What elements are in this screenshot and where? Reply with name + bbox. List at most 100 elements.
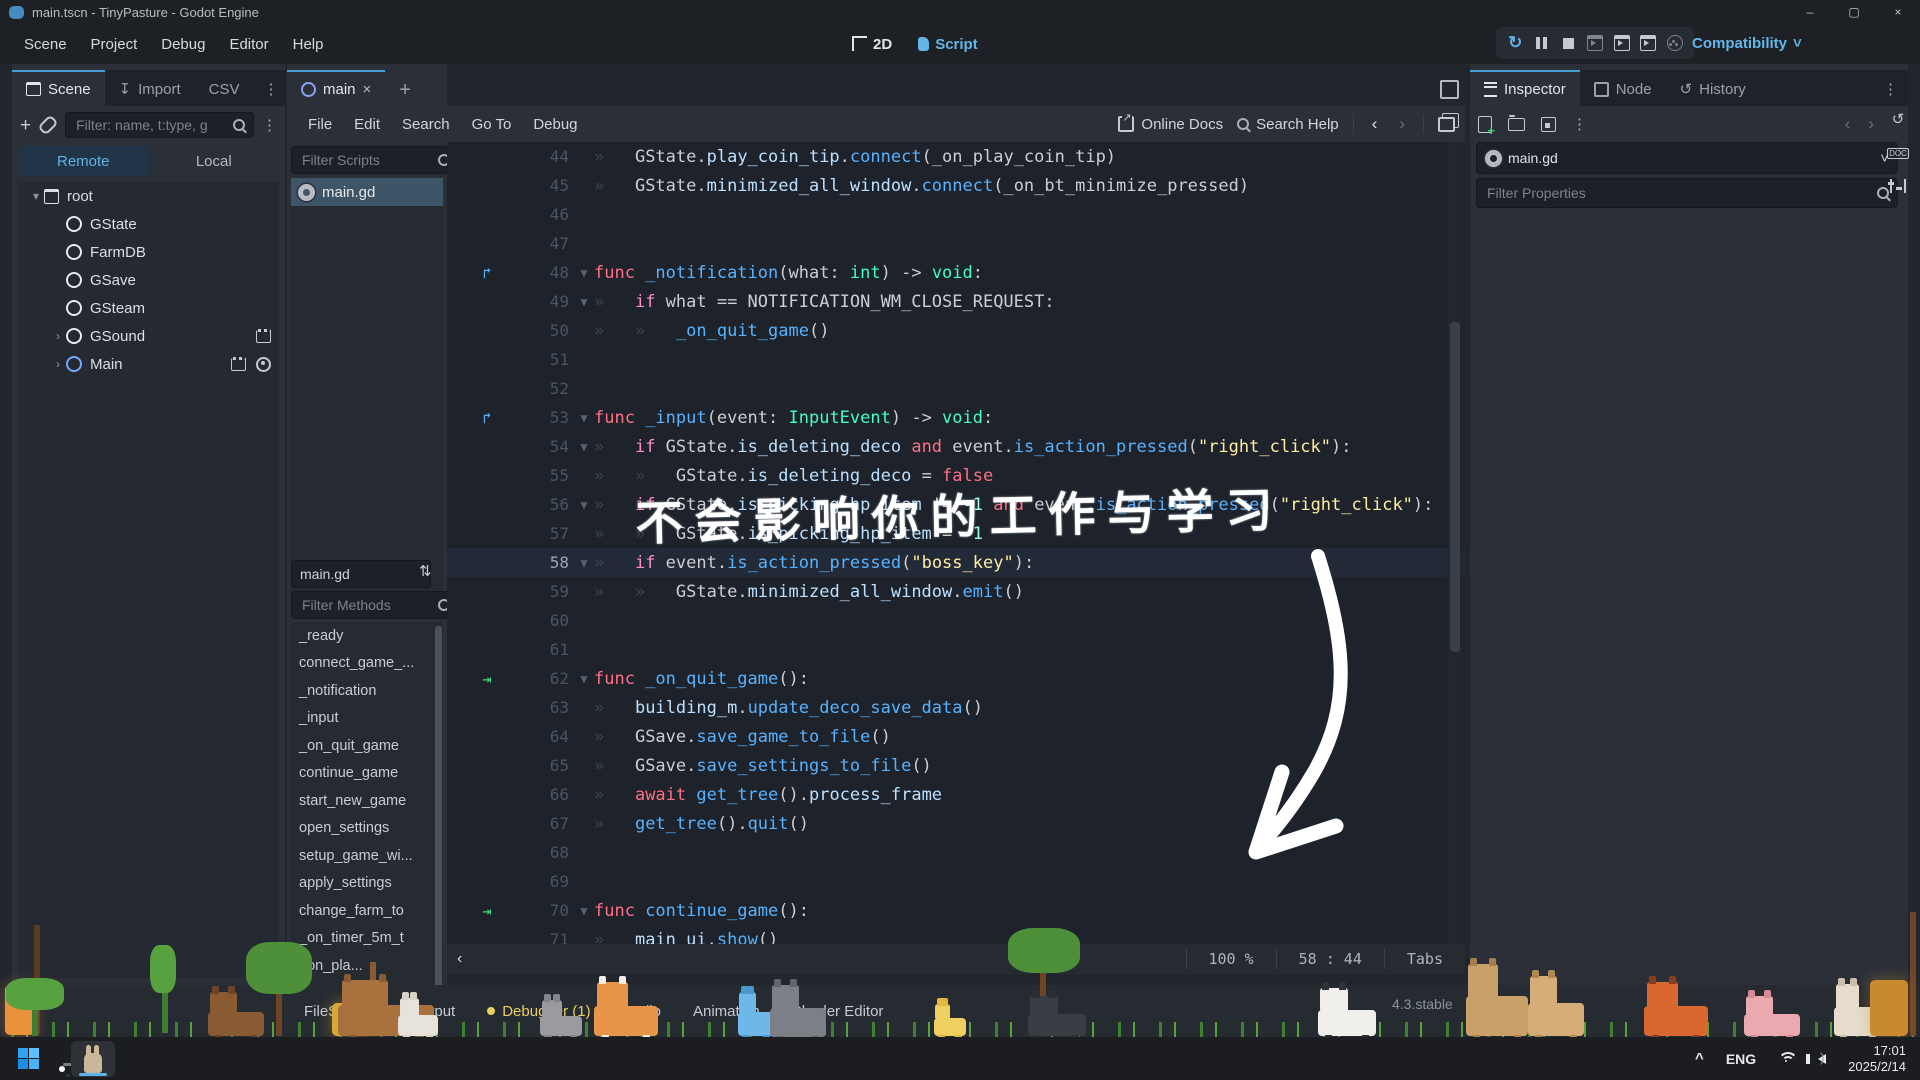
more-options-icon[interactable]: ⋮ (262, 116, 277, 134)
code-line-64[interactable]: 64» GSave.save_game_to_file() (447, 722, 1465, 751)
play-custom-scene-icon[interactable] (1638, 33, 1658, 53)
code-line-46[interactable]: 46 (447, 200, 1465, 229)
menu-scene[interactable]: Scene (12, 32, 79, 57)
menu-debug[interactable]: Debug (149, 32, 217, 57)
make-floating-icon[interactable] (1438, 116, 1455, 132)
editor-menu-file[interactable]: File (297, 113, 343, 136)
menu-project[interactable]: Project (79, 32, 150, 57)
tree-node-main[interactable]: › Main (18, 350, 279, 378)
local-tab[interactable]: Local (149, 146, 280, 176)
window-titlebar[interactable]: main.tscn - TinyPasture - Godot Engine –… (0, 0, 1920, 24)
code-line-66[interactable]: 66» await get_tree().process_frame (447, 780, 1465, 809)
code-line-59[interactable]: 59» » GState.minimized_all_window.emit() (447, 577, 1465, 606)
method-item[interactable]: connect_game_... (291, 650, 443, 678)
method-item[interactable]: _ready (291, 622, 443, 650)
editor-menu-go-to[interactable]: Go To (461, 113, 523, 136)
indent-mode[interactable]: Tabs (1385, 950, 1465, 968)
pause-icon[interactable] (1532, 33, 1552, 53)
method-item[interactable]: start_new_game (291, 787, 443, 815)
tree-node-gstate[interactable]: GState (18, 210, 279, 238)
close-button[interactable]: × (1876, 0, 1920, 24)
bottom-tab-output[interactable]: Output (398, 997, 467, 1026)
workspace-script-button[interactable]: Script (918, 36, 978, 53)
load-resource-icon[interactable] (1508, 114, 1525, 131)
code-line-45[interactable]: 45» GState.minimized_all_window.connect(… (447, 171, 1465, 200)
method-item[interactable]: continue_game (291, 760, 443, 788)
code-line-68[interactable]: 68 (447, 838, 1465, 867)
bottom-tab-shader-editor[interactable]: Shader Editor (780, 997, 896, 1026)
tab-main-scene[interactable]: main × (287, 70, 386, 106)
workspace-2d-button[interactable]: 2D (852, 35, 892, 53)
maximize-button[interactable]: ▢ (1832, 0, 1876, 24)
method-item[interactable]: open_settings (291, 815, 443, 843)
volume-icon[interactable] (1806, 1050, 1827, 1065)
filter-methods-input[interactable] (300, 596, 432, 614)
object-history-icon[interactable]: ↺ (1892, 110, 1905, 128)
method-item[interactable]: change_farm_to (291, 897, 443, 925)
method-item[interactable]: setup_game_wi... (291, 842, 443, 870)
method-item[interactable]: apply_settings (291, 870, 443, 898)
scroll-left-icon[interactable]: ‹ (447, 950, 472, 968)
expand-arrow-icon[interactable]: › (50, 357, 66, 371)
inspector-tab-inspector[interactable]: Inspector (1470, 70, 1580, 106)
zoom-level[interactable]: 100 % (1187, 950, 1276, 968)
search-help-button[interactable]: Search Help (1237, 116, 1339, 133)
resource-extra-icon[interactable]: ⋮ (1572, 115, 1587, 133)
code-line-61[interactable]: 61 (447, 635, 1465, 664)
dock-tab-import[interactable]: ↧ Import (105, 72, 195, 106)
history-forward-button[interactable]: › (1395, 114, 1409, 134)
sort-methods-icon[interactable]: ⇅ (419, 562, 432, 580)
code-line-48[interactable]: ↱ 48 ▼ func _notification(what: int) -> voi… (447, 258, 1465, 287)
bottom-tab-filesystem[interactable]: FileSystem (292, 997, 390, 1026)
menu-editor[interactable]: Editor (217, 32, 280, 57)
distraction-free-icon[interactable] (1440, 80, 1459, 99)
code-line-69[interactable]: 69 (447, 867, 1465, 896)
method-item[interactable]: _on_pla... (291, 952, 443, 980)
inspector-tabs-more-icon[interactable]: ⋮ (1873, 80, 1908, 106)
language-indicator[interactable]: ENG (1726, 1051, 1756, 1067)
code-line-50[interactable]: 50» » _on_quit_game() (447, 316, 1465, 345)
expand-arrow-icon[interactable]: › (50, 329, 66, 343)
history-back-button[interactable]: ‹ (1368, 114, 1382, 134)
new-tab-button[interactable]: + (385, 79, 425, 106)
inspector-tab-history[interactable]: ↺ History (1666, 72, 1760, 106)
scene-filter-input[interactable] (74, 116, 227, 134)
editor-menu-debug[interactable]: Debug (522, 113, 588, 136)
remote-play-icon[interactable] (1585, 33, 1605, 53)
window-badge-icon[interactable] (231, 357, 246, 371)
bottom-tab-animation[interactable]: Animation (681, 997, 772, 1026)
method-item[interactable]: _input (291, 705, 443, 733)
taskbar-clock[interactable]: 17:01 2025/2/14 (1848, 1043, 1906, 1075)
code-line-65[interactable]: 65» GSave.save_settings_to_file() (447, 751, 1465, 780)
new-resource-icon[interactable] (1478, 115, 1495, 138)
code-line-71[interactable]: 71» main_ui.show() (447, 925, 1465, 945)
tree-node-root[interactable]: ▾ root (18, 182, 279, 210)
start-button[interactable] (18, 1048, 39, 1069)
script-item-main.gd[interactable]: main.gd (291, 178, 443, 206)
window-badge-icon[interactable] (256, 329, 271, 343)
code-line-67[interactable]: 67» get_tree().quit() (447, 809, 1465, 838)
dock-tab-scene[interactable]: Scene (12, 70, 105, 106)
menu-help[interactable]: Help (281, 32, 336, 57)
method-item[interactable]: _on_quit_game (291, 732, 443, 760)
stop-icon[interactable] (1558, 33, 1578, 53)
method-list-scrollbar[interactable] (435, 626, 442, 998)
property-tools-icon[interactable] (1888, 179, 1906, 193)
editor-menu-edit[interactable]: Edit (343, 113, 391, 136)
edit-next-icon[interactable]: › (1864, 114, 1878, 134)
open-docs-icon[interactable]: DOC (1887, 148, 1909, 159)
replay-icon[interactable]: ↻ (1505, 33, 1525, 53)
expand-arrow-icon[interactable]: ▾ (28, 189, 44, 203)
inspector-tab-node[interactable]: Node (1580, 72, 1666, 106)
code-line-53[interactable]: ↱ 53 ▼ func _input(event: InputEvent) -> vo… (447, 403, 1465, 432)
online-docs-button[interactable]: Online Docs (1118, 111, 1223, 133)
tray-expand-button[interactable]: ^ (1695, 1050, 1704, 1067)
tree-node-gsteam[interactable]: GSteam (18, 294, 279, 322)
dock-tabs-more-icon[interactable]: ⋮ (253, 80, 288, 106)
close-tab-icon[interactable]: × (363, 81, 372, 98)
dock-tab-csv[interactable]: CSV (195, 72, 254, 106)
instance-scene-icon[interactable] (37, 114, 59, 136)
movie-maker-icon[interactable] (1665, 33, 1685, 53)
bottom-tab-audio[interactable]: Audio (611, 997, 673, 1026)
filter-properties-input[interactable] (1485, 184, 1871, 202)
